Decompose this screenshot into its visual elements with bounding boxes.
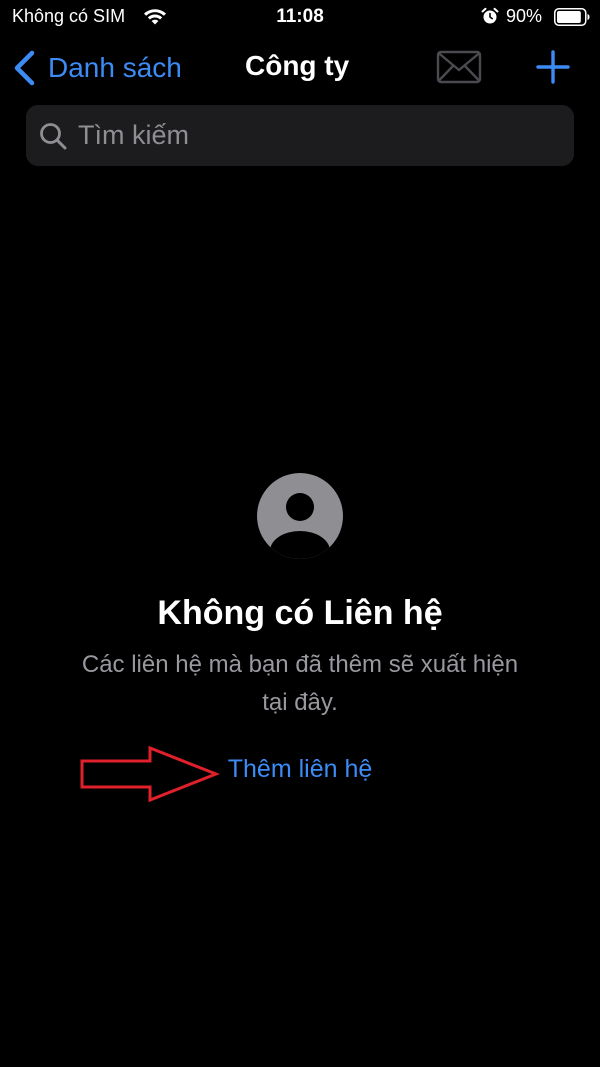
alarm-icon [481,7,499,24]
back-button[interactable]: Danh sách [12,46,182,90]
search-icon [40,123,67,150]
chevron-left-icon [14,50,35,86]
add-contact-label: Thêm liên hệ [227,755,373,783]
search-input[interactable] [78,105,558,166]
empty-state-title: Không có Liên hệ [157,594,443,632]
mail-icon[interactable] [436,48,482,86]
empty-state-subtitle-line: tại đây. [262,689,338,716]
back-button-label: Danh sách [48,52,182,83]
empty-state-subtitle-line: Các liên hệ mà bạn đã thêm sẽ xuất hiện [81,651,519,678]
page-title: Công ty [245,50,350,81]
battery-percent: 90% [506,6,543,26]
search-bar[interactable] [26,105,574,166]
navigation-bar: Danh sách Công ty [0,40,600,96]
red-arrow-icon [80,745,220,803]
status-bar: Không có SIM 11:08 90% [0,0,600,34]
plus-icon[interactable] [534,48,572,86]
battery-icon [554,8,590,26]
person-circle-icon [257,473,343,559]
empty-state-subtitle: Các liên hệ mà bạn đã thêm sẽ xuất hiện … [40,646,560,722]
